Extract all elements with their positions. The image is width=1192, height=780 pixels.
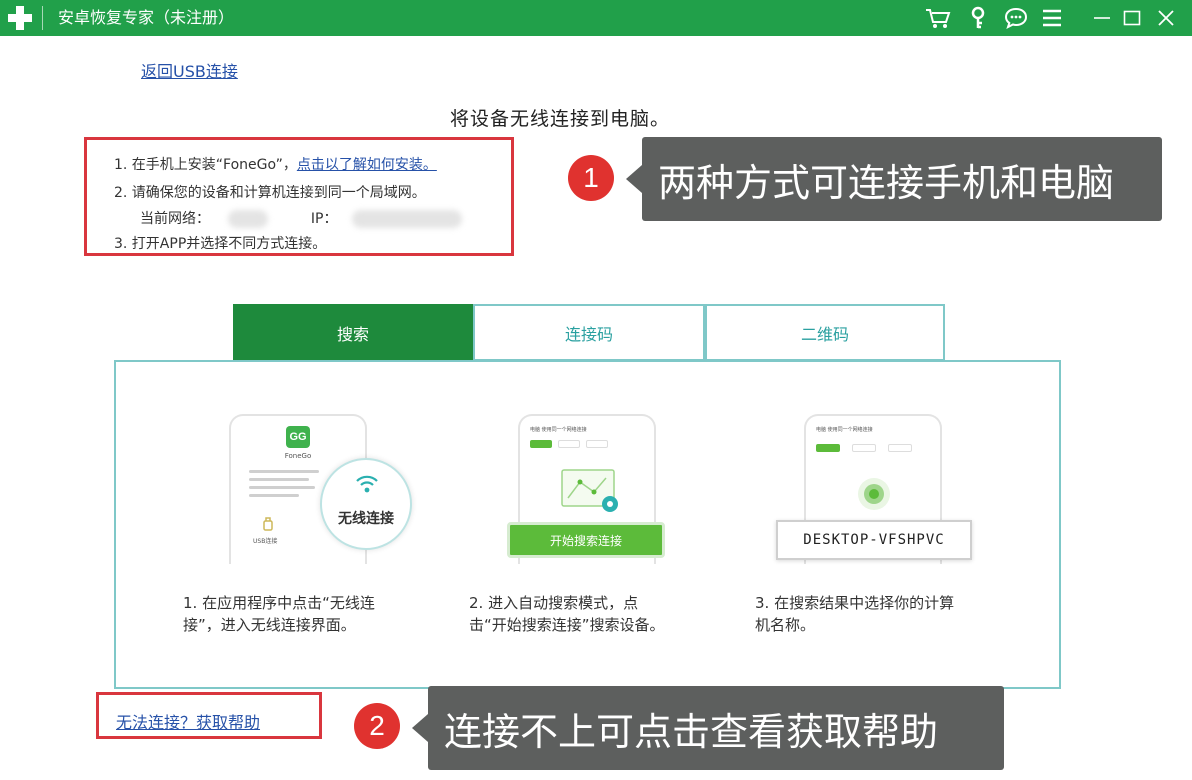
page-heading: 将设备无线连接到电脑。 [449, 108, 670, 130]
mock-tab [586, 440, 608, 448]
mock-text-line [249, 486, 315, 489]
install-help-link[interactable]: 点击以了解如何安装。 [297, 157, 437, 173]
usb-option-label: USB连接 [253, 538, 278, 545]
title-bar: 安卓恢复专家（未注册） [0, 0, 1192, 36]
help-highlight-box: 无法连接？获取帮助 [96, 692, 322, 739]
chat-icon[interactable] [1000, 0, 1032, 36]
step-2-text-line-1: 2. 进入自动搜索模式，点 [469, 594, 639, 612]
instruction-step-1-text: 1. 在手机上安装“FoneGo”， [114, 157, 297, 173]
fonego-logo-icon: GG [286, 426, 310, 448]
step-3-text-line-1: 3. 在搜索结果中选择你的计算 [755, 594, 955, 612]
back-to-usb-link[interactable]: 返回USB连接 [141, 58, 238, 82]
step-2-screen-header: 电脑 使用同一个网络连接 [530, 427, 587, 433]
step-1-description: 1. 在应用程序中点击“无线连 接”，进入无线连接界面。 [183, 592, 375, 636]
mock-text-line [249, 478, 309, 481]
mock-tab [852, 444, 876, 452]
step-3-text-line-2: 机名称。 [755, 616, 816, 634]
start-search-button[interactable]: 开始搜索连接 [507, 522, 665, 558]
step-3-screen-header: 电脑 使用同一个网络连接 [816, 427, 873, 433]
pc-name-result[interactable]: DESKTOP-VFSHPVC [776, 520, 972, 560]
network-name-blurred [228, 210, 269, 228]
steps-panel: GG FoneGo USB连接 Ex 无线连接 1. 在应用程序中点击“无线连 … [114, 360, 1061, 689]
step-3-description: 3. 在搜索结果中选择你的计算 机名称。 [755, 592, 954, 636]
instruction-step-1: 1. 在手机上安装“FoneGo”，点击以了解如何安装。 [114, 154, 437, 174]
wireless-connect-bubble: 无线连接 [320, 458, 412, 550]
step-1-text-line-1: 1. 在应用程序中点击“无线连 [183, 594, 375, 612]
searching-radar-icon [856, 476, 892, 516]
fonego-app-name: FoneGo [284, 452, 312, 460]
instruction-step-3: 3. 打开APP并选择不同方式连接。 [114, 236, 327, 252]
annotation-callout-2: 连接不上可点击查看获取帮助 [412, 686, 1004, 770]
step-2-description: 2. 进入自动搜索模式，点 击“开始搜索连接”搜索设备。 [469, 592, 665, 636]
cannot-connect-help-link[interactable]: 无法连接？获取帮助 [116, 709, 260, 733]
tab-qr-code[interactable]: 二维码 [705, 304, 945, 361]
mock-tab [558, 440, 580, 448]
step-1-text-line-2: 接”，进入无线连接界面。 [183, 616, 356, 634]
network-info: 当前网络： IP： [140, 208, 462, 228]
cart-icon[interactable] [922, 0, 954, 36]
annotation-callout-1: 两种方式可连接手机和电脑 [626, 137, 1162, 221]
mock-text-line [249, 470, 319, 473]
tab-search[interactable]: 搜索 [233, 304, 473, 361]
step-2-text-line-2: 击“开始搜索连接”搜索设备。 [469, 616, 665, 634]
instruction-step-2: 2. 请确保您的设备和计算机连接到同一个局域网。 [114, 185, 426, 201]
usb-option-icon [261, 516, 275, 535]
ip-label: IP： [310, 211, 338, 227]
tab-connection-code[interactable]: 连接码 [473, 304, 705, 361]
wireless-connect-label: 无线连接 [338, 511, 394, 527]
mock-tab-active [530, 440, 552, 448]
network-label: 当前网络： [140, 211, 210, 227]
minimize-icon[interactable] [1086, 0, 1118, 36]
app-logo-icon [6, 4, 34, 32]
mock-tab [888, 444, 912, 452]
annotation-badge-1: 1 [568, 155, 614, 201]
mock-tab-active [816, 444, 840, 452]
key-icon[interactable] [962, 0, 994, 36]
ip-address-blurred [351, 210, 462, 228]
title-divider [42, 6, 43, 30]
mock-text-line [249, 494, 299, 497]
network-map-icon [560, 468, 620, 518]
menu-icon[interactable] [1036, 0, 1068, 36]
close-icon[interactable] [1150, 0, 1182, 36]
maximize-icon[interactable] [1116, 0, 1148, 36]
window-title: 安卓恢复专家（未注册） [58, 8, 235, 27]
annotation-badge-2: 2 [354, 703, 400, 749]
wifi-icon [355, 474, 379, 498]
